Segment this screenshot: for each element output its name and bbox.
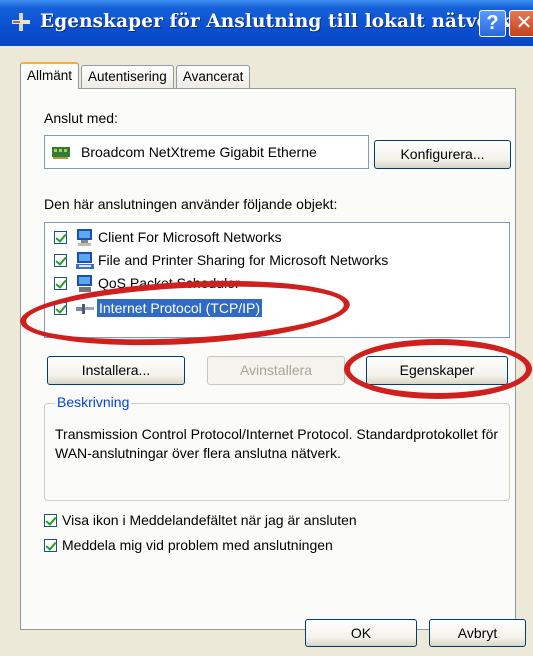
connect-using-label: Anslut med: — [44, 110, 118, 126]
component-checkbox[interactable] — [54, 302, 67, 315]
description-group: Beskrivning Transmission Control Protoco… — [44, 394, 510, 501]
list-item-selected[interactable]: Internet Protocol (TCP/IP) — [45, 298, 509, 320]
title-bar[interactable]: Egenskaper för Anslutning till lokalt nä… — [0, 0, 533, 46]
show-icon-checkbox[interactable] — [44, 514, 57, 527]
configure-button[interactable]: Konfigurera... — [374, 140, 511, 169]
component-label: File and Printer Sharing for Microsoft N… — [98, 252, 389, 268]
network-client-icon — [77, 229, 92, 246]
description-legend: Beskrivning — [55, 394, 132, 410]
adapter-field: Broadcom NetXtreme Gigabit Etherne — [44, 135, 369, 169]
properties-button[interactable]: Egenskaper — [366, 356, 508, 385]
close-button[interactable]: ✕ — [509, 10, 533, 37]
help-button[interactable]: ? — [479, 10, 506, 37]
component-checkbox[interactable] — [54, 277, 67, 290]
list-item[interactable]: QoS Packet Scheduler — [45, 273, 509, 295]
protocol-icon — [76, 304, 94, 314]
network-connection-icon — [12, 13, 30, 31]
tab-advanced[interactable]: Avancerat — [175, 65, 251, 89]
tab-strip: Allmänt Autentisering Avancerat — [20, 62, 252, 89]
tab-authentication[interactable]: Autentisering — [81, 65, 174, 89]
component-label: Internet Protocol (TCP/IP) — [97, 299, 263, 317]
window-title: Egenskaper för Anslutning till lokalt nä… — [40, 11, 512, 32]
cancel-button[interactable]: Avbryt — [429, 619, 526, 647]
component-label: Client For Microsoft Networks — [98, 229, 282, 245]
show-icon-label: Visa ikon i Meddelandefältet när jag är … — [62, 512, 357, 528]
ok-button[interactable]: OK — [305, 619, 417, 647]
component-checkbox[interactable] — [54, 231, 67, 244]
uninstall-button[interactable]: Avinstallera — [207, 356, 345, 385]
description-text: Transmission Control Protocol/Internet P… — [55, 426, 499, 461]
adapter-name: Broadcom NetXtreme Gigabit Etherne — [81, 144, 317, 160]
list-item[interactable]: File and Printer Sharing for Microsoft N… — [45, 250, 509, 272]
notify-checkbox[interactable] — [44, 539, 57, 552]
components-list[interactable]: Client For Microsoft Networks File and P… — [44, 222, 510, 338]
components-label: Den här anslutningen använder följande o… — [44, 196, 338, 212]
network-adapter-icon — [52, 147, 70, 159]
component-checkbox[interactable] — [54, 254, 67, 267]
file-printer-sharing-icon — [76, 252, 94, 269]
component-label: QoS Packet Scheduler — [98, 275, 240, 291]
install-button[interactable]: Installera... — [47, 356, 185, 385]
list-item[interactable]: Client For Microsoft Networks — [45, 227, 509, 249]
notify-label: Meddela mig vid problem med anslutningen — [62, 537, 333, 553]
qos-scheduler-icon — [77, 275, 92, 292]
tab-general[interactable]: Allmänt — [20, 62, 80, 89]
